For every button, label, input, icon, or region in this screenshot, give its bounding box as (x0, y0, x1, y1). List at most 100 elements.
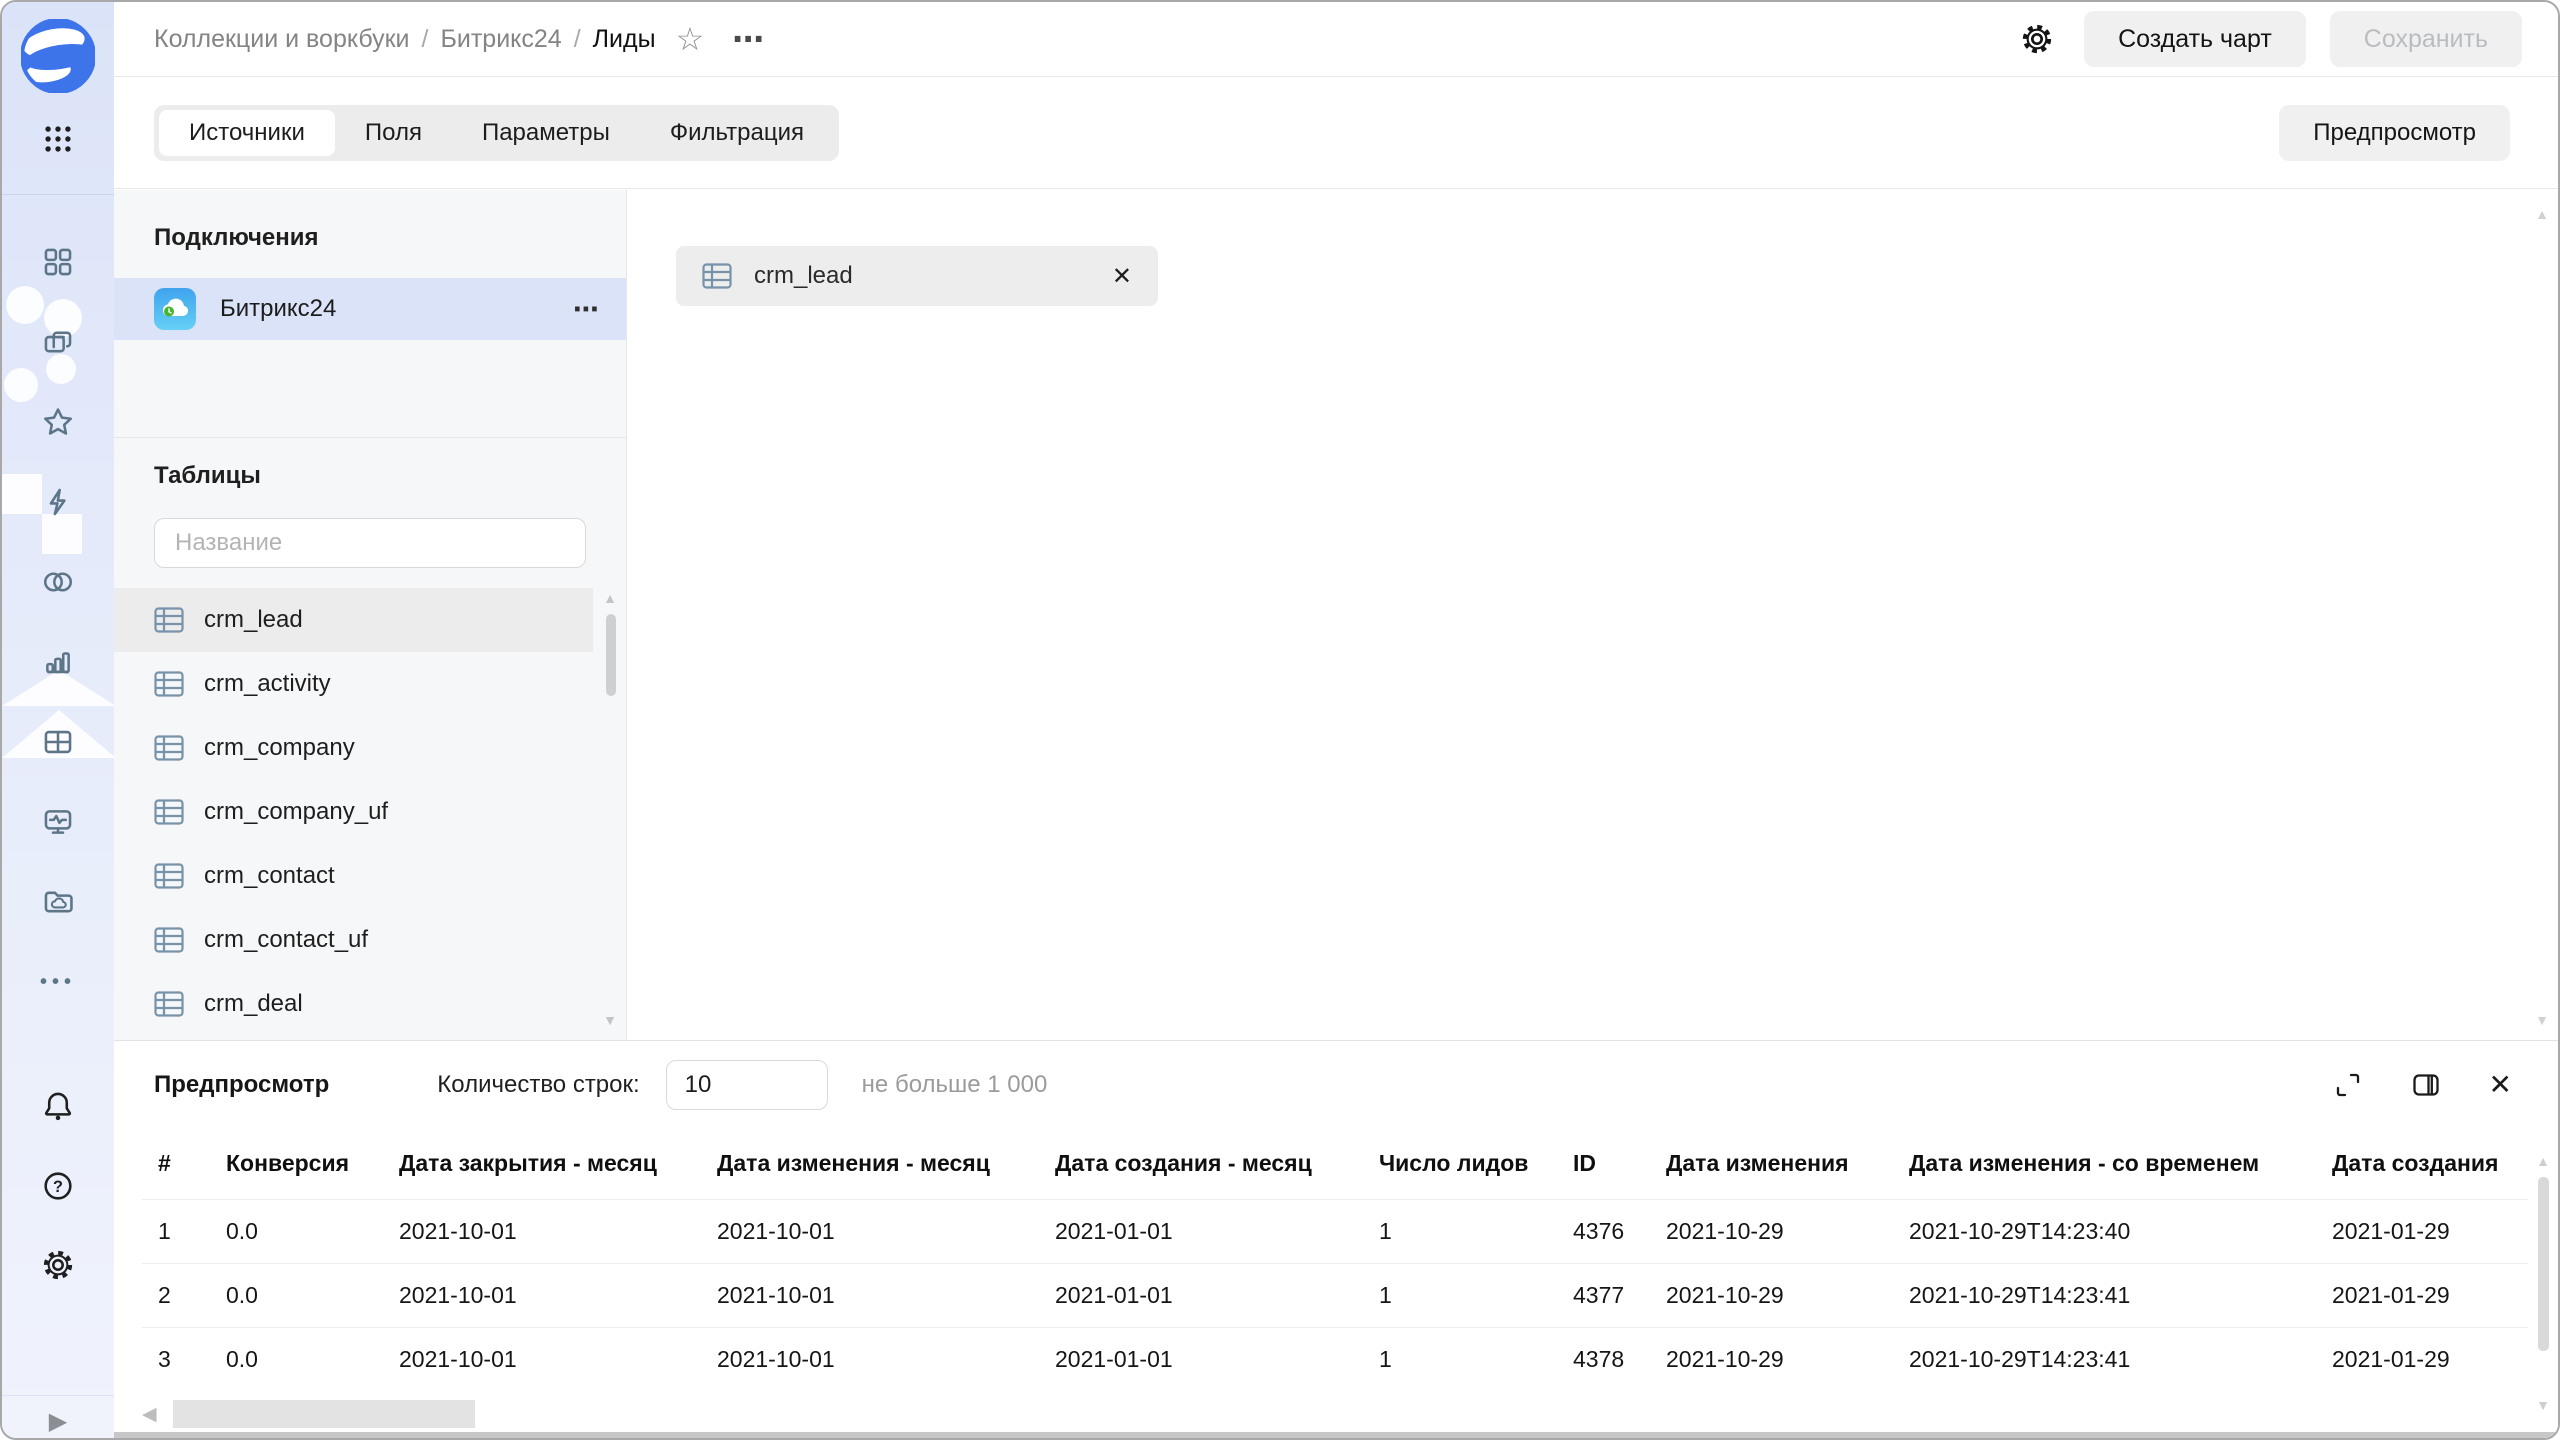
preview-scroll-up-icon[interactable]: ▲ (2536, 1153, 2550, 1169)
sidebar-item-dashboards[interactable] (2, 725, 114, 759)
notifications-button[interactable] (2, 1089, 114, 1123)
table-list-item-crm-activity[interactable]: crm_activity (114, 652, 593, 716)
tables-title: Таблицы (154, 462, 261, 490)
source-chip-name: crm_lead (754, 262, 853, 290)
connection-more-menu[interactable]: ⋯ (573, 294, 600, 325)
table-list-item-crm-lead[interactable]: crm_lead (114, 588, 593, 652)
dashboard-grid-icon (41, 725, 75, 759)
cell: 4378 (1557, 1327, 1650, 1391)
apps-grid-icon (41, 122, 75, 156)
cell: 0.0 (210, 1263, 383, 1327)
cell: 2021-10-29T14:23:41 (1893, 1263, 2316, 1327)
list-scrollbar-thumb[interactable] (606, 614, 616, 696)
table-list-item-crm-contact-uf[interactable]: crm_contact_uf (114, 908, 593, 972)
horizontal-scrollbar-thumb[interactable] (173, 1400, 475, 1428)
decor-circle (4, 368, 38, 402)
table-list-item-crm-company[interactable]: crm_company (114, 716, 593, 780)
canvas-scroll-up-icon[interactable]: ▲ (2535, 206, 2549, 222)
connection-item-bitrix24[interactable]: Битрикс24 ⋯ (114, 278, 626, 340)
sources-panel: Подключения (114, 190, 627, 1040)
preview-toggle-button[interactable]: Предпросмотр (2279, 105, 2510, 161)
preview-toolbar: ✕ (2285, 1070, 2512, 1100)
cell: 1 (1363, 1327, 1557, 1391)
cell: 0.0 (210, 1199, 383, 1263)
dataset-tabs: Источники Поля Параметры Фильтрация (154, 105, 839, 161)
cell: 2 (142, 1263, 210, 1327)
cell: 2021-10-01 (701, 1327, 1039, 1391)
breadcrumb-collections[interactable]: Коллекции и воркбуки (154, 25, 410, 54)
table-name: crm_company (204, 734, 355, 762)
tab-fields[interactable]: Поля (335, 110, 452, 156)
table-row: 1 0.0 2021-10-01 2021-10-01 2021-01-01 1… (142, 1199, 2528, 1263)
sidebar-item-favorites[interactable] (2, 405, 114, 439)
table-list-item-crm-deal[interactable]: crm_deal (114, 972, 593, 1036)
cell: 2021-10-01 (701, 1199, 1039, 1263)
sidebar-item-collections[interactable] (2, 245, 114, 279)
source-chip-crm-lead[interactable]: crm_lead ✕ (676, 246, 1158, 306)
cell: 2021-10-29 (1650, 1327, 1893, 1391)
help-button[interactable]: ? (2, 1169, 114, 1203)
gear-icon (2020, 22, 2054, 56)
table-icon (154, 671, 184, 697)
table-list-item-crm-contact[interactable]: crm_contact (114, 844, 593, 908)
tab-filtering[interactable]: Фильтрация (640, 110, 834, 156)
breadcrumb-workbook[interactable]: Битрикс24 (440, 25, 561, 54)
list-scroll-down-icon[interactable]: ▼ (603, 1012, 617, 1028)
preview-scroll-down-icon[interactable]: ▼ (2536, 1397, 2550, 1413)
preview-split-view-button[interactable] (2411, 1070, 2441, 1100)
column-header: Число лидов (1363, 1129, 1557, 1199)
sidebar-item-datasets[interactable] (2, 565, 114, 599)
table-icon (702, 263, 732, 289)
bell-icon (41, 1089, 75, 1123)
sidebar-item-workbooks[interactable] (2, 325, 114, 359)
sidebar-item-storage[interactable] (2, 885, 114, 919)
datalens-logo[interactable] (2, 19, 114, 93)
cell: 2021-10-29T14:23:41 (1893, 1327, 2316, 1391)
create-chart-button[interactable]: Создать чарт (2084, 11, 2306, 67)
sidebar-item-more[interactable]: ••• (2, 965, 114, 999)
scroll-left-icon[interactable]: ◀ (142, 1403, 157, 1426)
preview-expand-button[interactable] (2333, 1070, 2363, 1100)
table-icon (154, 927, 184, 953)
connections-section: Подключения (114, 190, 626, 438)
row-count-hint: не больше 1 000 (862, 1071, 1048, 1099)
main-area: Коллекции и воркбуки / Битрикс24 / Лиды … (114, 2, 2558, 1438)
list-scroll-up-icon[interactable]: ▲ (603, 590, 617, 606)
cell: 2021-01-01 (1039, 1327, 1363, 1391)
canvas-scroll-down-icon[interactable]: ▼ (2535, 1012, 2549, 1028)
tab-sources[interactable]: Источники (159, 110, 335, 156)
settings-button[interactable] (2, 1248, 114, 1282)
sidebar-item-charts[interactable] (2, 645, 114, 679)
cell: 1 (1363, 1263, 1557, 1327)
connection-name: Битрикс24 (220, 295, 336, 323)
source-chip-remove-icon[interactable]: ✕ (1112, 262, 1132, 291)
breadcrumb-separator: / (422, 25, 429, 54)
table-list-item-crm-company-uf[interactable]: crm_company_uf (114, 780, 593, 844)
table-search-input[interactable] (154, 518, 586, 568)
sidebar-expand-button[interactable]: ▶ (2, 1404, 114, 1438)
sidebar-item-monitoring[interactable] (2, 805, 114, 839)
table-name: crm_contact (204, 862, 335, 890)
star-icon (41, 405, 75, 439)
row-count-input[interactable] (666, 1060, 828, 1110)
favorite-star-icon[interactable]: ☆ (676, 23, 705, 55)
tab-parameters[interactable]: Параметры (452, 110, 640, 156)
preview-panel: Предпросмотр Количество строк: не больше… (114, 1040, 2558, 1438)
table-icon (154, 735, 184, 761)
apps-menu-button[interactable] (2, 122, 114, 156)
column-header: ID (1557, 1129, 1650, 1199)
dataset-settings-button[interactable] (2020, 22, 2054, 56)
save-button[interactable]: Сохранить (2330, 11, 2522, 67)
cell: 2021-01-29 (2316, 1327, 2528, 1391)
column-header: Дата создания - месяц (1039, 1129, 1363, 1199)
dataset-more-menu[interactable]: ⋯ (732, 23, 764, 55)
preview-table: # Конверсия Дата закрытия - месяц Дата и… (142, 1129, 2528, 1391)
preview-close-icon[interactable]: ✕ (2489, 1071, 2512, 1099)
column-header: Дата создания (2316, 1129, 2528, 1199)
sidebar-item-connections[interactable] (2, 485, 114, 519)
preview-scrollbar-thumb[interactable] (2538, 1177, 2549, 1351)
sidebar-divider (2, 194, 114, 195)
table-icon (154, 799, 184, 825)
cloud-folder-icon (41, 885, 75, 919)
sidebar-divider (2, 1395, 114, 1396)
